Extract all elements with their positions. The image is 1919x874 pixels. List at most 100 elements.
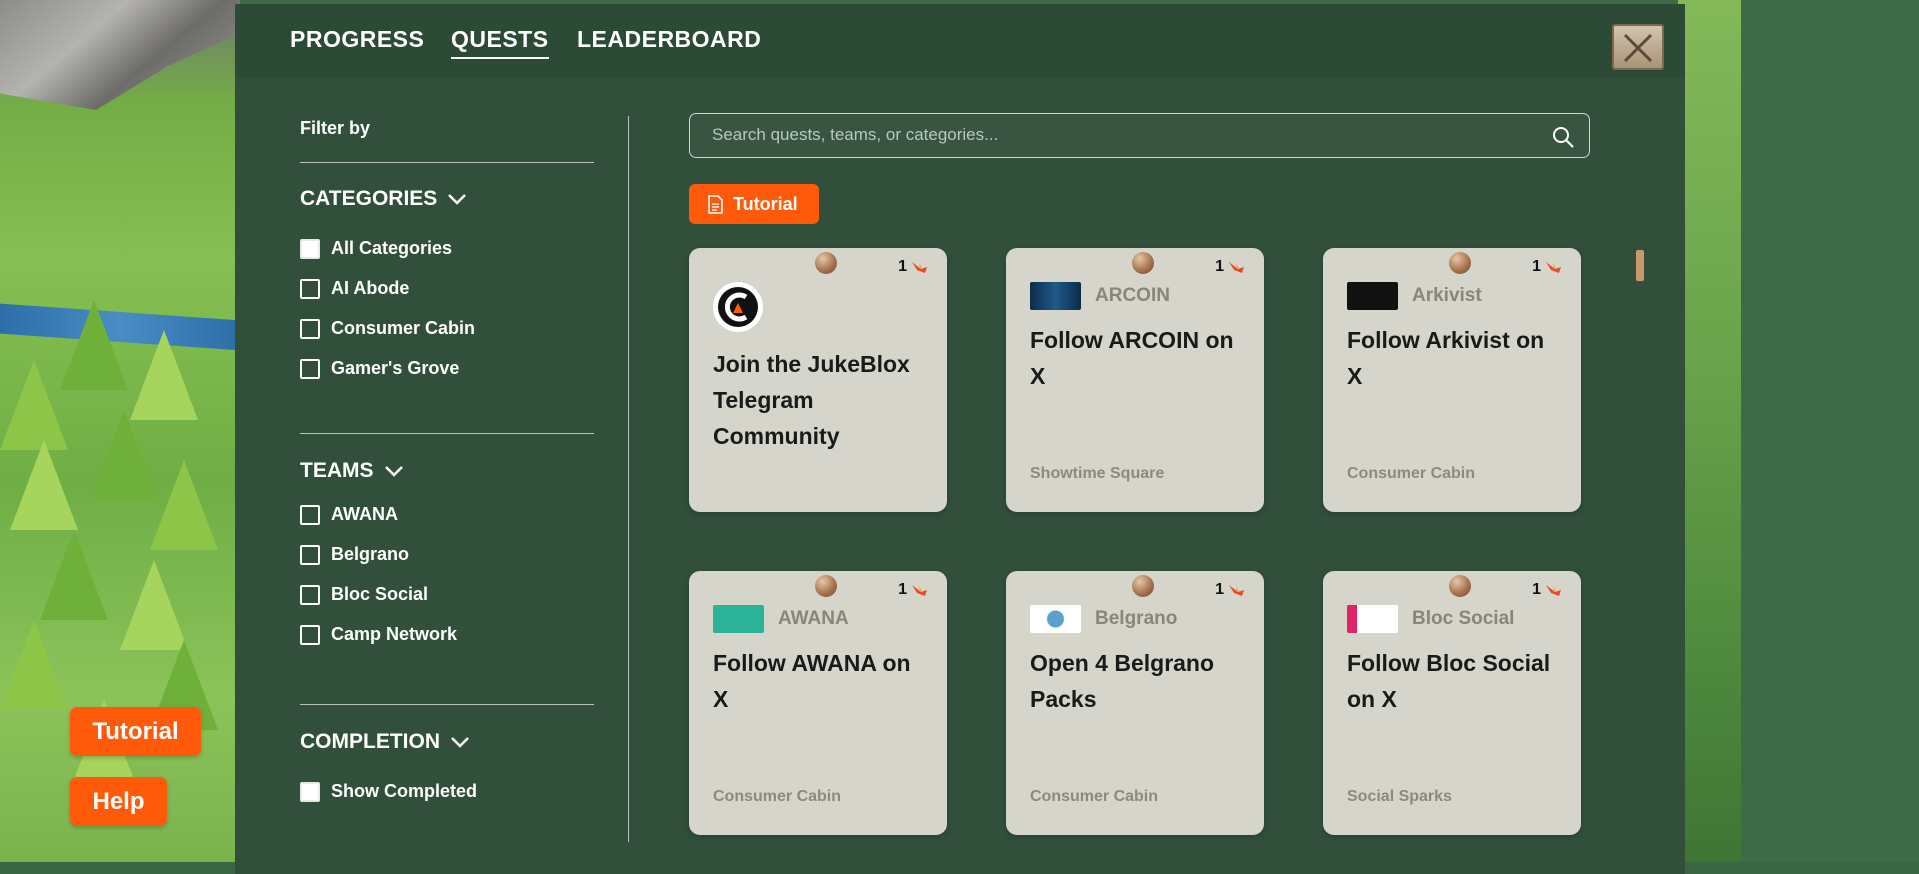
reward-amount: 1 <box>1215 581 1224 598</box>
chevron-down-icon <box>384 465 404 477</box>
filter-team-camp-network[interactable]: Camp Network <box>300 624 457 645</box>
team-avatar <box>713 282 763 332</box>
quest-title: Open 4 Belgrano Packs <box>1030 650 1215 712</box>
reward-amount: 1 <box>1215 258 1224 275</box>
jukeblox-logo-icon <box>718 287 758 327</box>
coin-icon <box>815 575 837 597</box>
flame-icon <box>1229 585 1244 596</box>
team-name: ARCOIN <box>1095 285 1170 306</box>
team-logo-icon <box>1347 282 1398 310</box>
quest-card[interactable]: 1 Belgrano Open 4 Belgrano Packs Consume… <box>1006 571 1264 835</box>
checkbox-label: Consumer Cabin <box>331 318 476 338</box>
checkbox[interactable] <box>300 544 320 565</box>
flame-icon <box>1546 585 1561 596</box>
team-logo-icon <box>1030 605 1081 633</box>
checkbox[interactable] <box>300 584 320 605</box>
quest-reward: 1 <box>1532 581 1563 599</box>
checkbox[interactable] <box>300 318 320 339</box>
checkbox[interactable] <box>300 358 320 379</box>
coin-icon <box>1449 252 1471 274</box>
tutorial-tag-label: Tutorial <box>733 193 798 214</box>
background-tree <box>150 460 218 550</box>
quest-reward: 1 <box>1532 258 1563 276</box>
team-name: Arkivist <box>1412 285 1482 306</box>
coin-icon <box>1132 252 1154 274</box>
checkbox[interactable] <box>300 278 320 299</box>
coin-icon <box>1132 575 1154 597</box>
quest-category: Social Sparks <box>1347 788 1452 805</box>
reward-amount: 1 <box>898 581 907 598</box>
team-name: Belgrano <box>1095 608 1178 629</box>
search-icon[interactable] <box>1551 125 1575 149</box>
flame-icon <box>912 262 927 273</box>
filter-team-bloc-social[interactable]: Bloc Social <box>300 584 428 605</box>
checkbox[interactable] <box>300 504 320 525</box>
search-input[interactable] <box>712 114 1532 156</box>
filter-all-categories[interactable]: All Categories <box>300 238 452 259</box>
reward-amount: 1 <box>898 258 907 275</box>
completion-toggle[interactable]: COMPLETION <box>300 730 470 754</box>
scrollbar-thumb[interactable] <box>1636 250 1644 281</box>
checkbox[interactable] <box>300 781 320 802</box>
filter-team-awana[interactable]: AWANA <box>300 504 398 525</box>
completion-title: COMPLETION <box>300 730 440 753</box>
filter-consumer-cabin[interactable]: Consumer Cabin <box>300 318 475 339</box>
background-tree <box>130 330 198 420</box>
reward-amount: 1 <box>1532 581 1541 598</box>
reward-amount: 1 <box>1532 258 1541 275</box>
checkbox[interactable] <box>300 238 320 259</box>
quest-team: Belgrano <box>1030 605 1177 633</box>
quest-card[interactable]: 1 Bloc Social Follow Bloc Social on X So… <box>1323 571 1581 835</box>
team-logo-icon <box>1347 605 1398 633</box>
divider <box>300 162 594 163</box>
tab-quests[interactable]: QUESTS <box>451 26 549 59</box>
background-tree <box>60 300 128 390</box>
quest-title: Follow ARCOIN on X <box>1030 327 1234 389</box>
quest-card[interactable]: 1 Arkivist Follow Arkivist on X Consumer… <box>1323 248 1581 512</box>
coin-icon <box>815 252 837 274</box>
modal-header: PROGRESS QUESTS LEADERBOARD <box>235 4 1685 78</box>
quest-team: Arkivist <box>1347 282 1482 310</box>
tab-leaderboard[interactable]: LEADERBOARD <box>577 26 761 57</box>
tab-progress[interactable]: PROGRESS <box>290 26 424 57</box>
checkbox-label: AI Abode <box>331 278 410 298</box>
quest-category: Showtime Square <box>1030 465 1165 482</box>
checkbox[interactable] <box>300 624 320 645</box>
quest-title: Follow Bloc Social on X <box>1347 650 1551 712</box>
team-logo-icon <box>1030 282 1081 310</box>
categories-toggle[interactable]: CATEGORIES <box>300 187 467 211</box>
background-tree <box>90 410 158 500</box>
floating-help-button[interactable]: Help <box>70 777 167 826</box>
quest-reward: 1 <box>1215 581 1246 599</box>
quest-reward: 1 <box>898 581 929 599</box>
filter-team-belgrano[interactable]: Belgrano <box>300 544 409 565</box>
filter-ai-abode[interactable]: AI Abode <box>300 278 409 299</box>
document-icon <box>708 194 723 214</box>
filter-gamers-grove[interactable]: Gamer's Grove <box>300 358 459 379</box>
chevron-down-icon <box>450 736 470 748</box>
flame-icon <box>912 585 927 596</box>
quest-team: AWANA <box>713 605 849 633</box>
coin-icon <box>1449 575 1471 597</box>
quests-modal: PROGRESS QUESTS LEADERBOARD Filter by CA… <box>235 4 1685 874</box>
background-tree <box>0 620 68 710</box>
close-button[interactable] <box>1612 24 1664 70</box>
quest-title: Join the JukeBlox Telegram Community <box>713 351 910 449</box>
quest-card[interactable]: 1 Join the JukeBlox Telegram Community <box>689 248 947 512</box>
background-tree <box>40 530 108 620</box>
quest-card[interactable]: 1 ARCOIN Follow ARCOIN on X Showtime Squ… <box>1006 248 1264 512</box>
quest-category: Consumer Cabin <box>1347 465 1476 482</box>
checkbox-label: Gamer's Grove <box>331 358 460 378</box>
floating-tutorial-button[interactable]: Tutorial <box>70 707 201 756</box>
filter-show-completed[interactable]: Show Completed <box>300 781 477 802</box>
flame-icon <box>1546 262 1561 273</box>
flame-icon <box>1229 262 1244 273</box>
divider <box>300 433 594 434</box>
quest-reward: 1 <box>898 258 929 276</box>
teams-toggle[interactable]: TEAMS <box>300 459 404 483</box>
background-tree <box>10 440 78 530</box>
tutorial-tag-button[interactable]: Tutorial <box>689 184 819 224</box>
quest-team: ARCOIN <box>1030 282 1170 310</box>
quest-card[interactable]: 1 AWANA Follow AWANA on X Consumer Cabin <box>689 571 947 835</box>
checkbox-label: Bloc Social <box>331 584 429 604</box>
